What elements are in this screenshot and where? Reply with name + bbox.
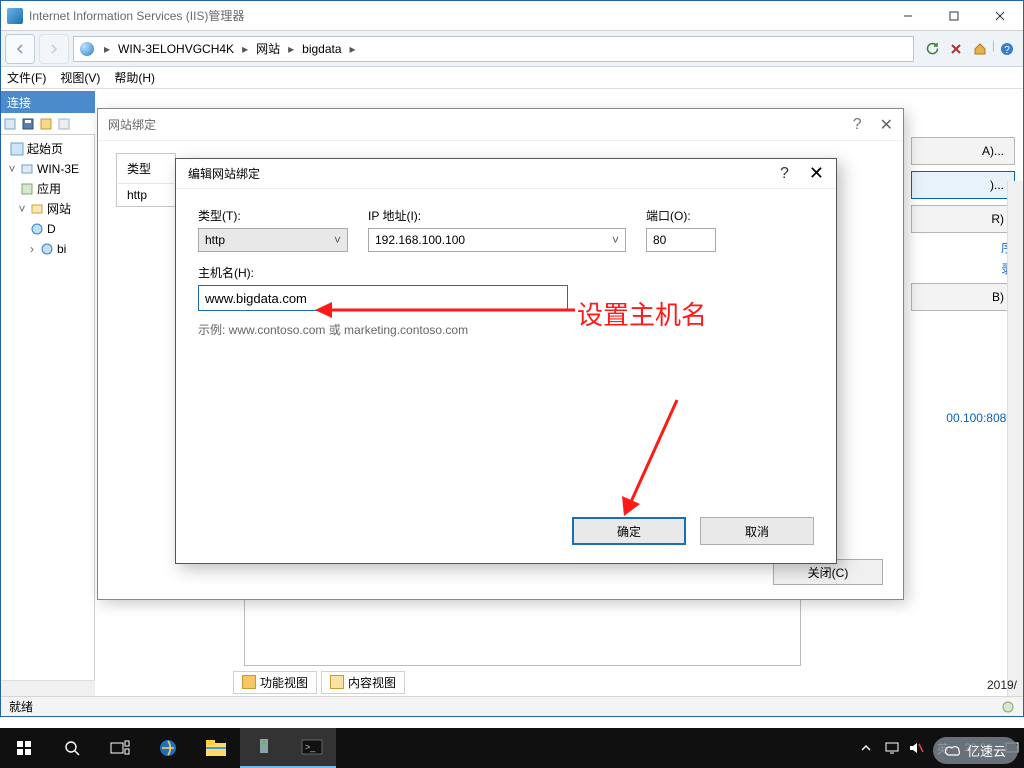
- nav-forward-button[interactable]: [39, 34, 69, 64]
- chevron-right-icon: ▸: [242, 42, 248, 56]
- binding-row[interactable]: http: [116, 183, 176, 207]
- menu-file[interactable]: 文件(F): [7, 69, 46, 86]
- tree-app-pools[interactable]: 应用: [3, 179, 92, 199]
- breadcrumb[interactable]: ▸ WIN-3ELOHVGCH4K ▸ 网站 ▸ bigdata ▸: [73, 36, 914, 62]
- hostname-input[interactable]: [198, 285, 568, 311]
- statusbar: 就绪: [1, 696, 1023, 716]
- home-icon[interactable]: [969, 38, 991, 60]
- menubar: 文件(F) 视图(V) 帮助(H): [1, 67, 1023, 89]
- action-addr[interactable]: 00.100:8080: [913, 411, 1013, 425]
- content-icon: [330, 675, 344, 689]
- breadcrumb-server[interactable]: WIN-3ELOHVGCH4K: [118, 42, 234, 56]
- taskbar-cmd[interactable]: >_: [288, 728, 336, 768]
- cancel-button[interactable]: 取消: [700, 517, 814, 545]
- chevron-right-icon: ▸: [104, 42, 110, 56]
- edit-binding-dialog: 编辑网站绑定 ? ✕ 类型(T): http˅ IP 地址(I): 192.16…: [175, 158, 837, 564]
- breadcrumb-sites[interactable]: 网站: [256, 40, 280, 57]
- type-select[interactable]: http˅: [198, 228, 348, 252]
- actions-pane: A)... )... R) 序 录 B) 00.100:8080: [903, 91, 1023, 429]
- refresh-icon[interactable]: [921, 38, 943, 60]
- annotation-text: 设置主机名: [577, 295, 707, 332]
- connections-header: 连接: [1, 91, 95, 113]
- close-icon[interactable]: ✕: [809, 163, 824, 184]
- globe-icon: [80, 42, 94, 56]
- tray-volume-icon[interactable]: [904, 728, 928, 768]
- config-icon[interactable]: [1001, 700, 1015, 714]
- help-icon[interactable]: ?: [780, 165, 789, 183]
- taskbar: >_ 英 22:34: [0, 728, 1024, 768]
- features-icon: [242, 675, 256, 689]
- tree-start-page[interactable]: 起始页: [3, 139, 92, 159]
- date-text: 2019/: [987, 678, 1017, 692]
- close-button[interactable]: [977, 1, 1023, 31]
- type-label: 类型(T):: [198, 207, 348, 224]
- tree-site-d[interactable]: D: [3, 219, 92, 239]
- tab-content[interactable]: 内容视图: [321, 671, 405, 694]
- cloud-icon: [945, 744, 963, 758]
- view-tabs: 功能视图 内容视图: [233, 670, 409, 694]
- connections-tree[interactable]: 起始页 ˅WIN-3E 应用 ˅网站 D ›bi: [1, 135, 95, 696]
- menu-help[interactable]: 帮助(H): [114, 69, 155, 86]
- svg-text:?: ?: [1004, 45, 1010, 56]
- port-label: 端口(O):: [646, 207, 716, 224]
- taskbar-ie[interactable]: [144, 728, 192, 768]
- chevron-down-icon: ˅: [612, 233, 619, 247]
- status-text: 就绪: [9, 698, 33, 715]
- titlebar: Internet Information Services (IIS)管理器: [1, 1, 1023, 31]
- svg-text:>_: >_: [305, 742, 316, 752]
- tree-sites[interactable]: ˅网站: [3, 199, 92, 219]
- bindings-dialog-title: 网站绑定: [108, 116, 156, 133]
- port-input[interactable]: [646, 228, 716, 252]
- watermark: 亿速云: [933, 737, 1018, 764]
- close-icon[interactable]: ✕: [880, 115, 893, 135]
- action-button-b[interactable]: B): [911, 283, 1015, 311]
- action-link-1[interactable]: 序: [913, 239, 1013, 256]
- ip-label: IP 地址(I):: [368, 207, 626, 224]
- save-icon[interactable]: [21, 117, 35, 131]
- tree-site-bi[interactable]: ›bi: [3, 239, 92, 259]
- connections-toolbar: [1, 113, 95, 135]
- vscrollbar[interactable]: [1007, 181, 1023, 696]
- address-row: ▸ WIN-3ELOHVGCH4K ▸ 网站 ▸ bigdata ▸ | ?: [1, 31, 1023, 67]
- edit-dialog-title: 编辑网站绑定: [188, 165, 780, 182]
- tree-hscroll[interactable]: [1, 680, 95, 696]
- ok-button[interactable]: 确定: [572, 517, 686, 545]
- taskbar-explorer[interactable]: [192, 728, 240, 768]
- start-button[interactable]: [0, 728, 48, 768]
- nav-back-button[interactable]: [5, 34, 35, 64]
- example-text: 示例: www.contoso.com 或 marketing.contoso.…: [198, 321, 814, 338]
- stop-icon[interactable]: [945, 38, 967, 60]
- chevron-right-icon: ▸: [350, 42, 356, 56]
- tree-server[interactable]: ˅WIN-3E: [3, 159, 92, 179]
- tray-network-icon[interactable]: [880, 728, 904, 768]
- action-button-a[interactable]: A)...: [911, 137, 1015, 165]
- col-type: 类型: [116, 153, 176, 183]
- tray-chevron-icon[interactable]: [852, 728, 880, 768]
- up-icon[interactable]: [57, 117, 71, 131]
- taskview-icon[interactable]: [96, 728, 144, 768]
- search-icon[interactable]: [48, 728, 96, 768]
- chevron-down-icon: ˅: [334, 233, 341, 247]
- help-icon[interactable]: ?: [996, 38, 1018, 60]
- host-label: 主机名(H):: [198, 264, 814, 281]
- app-icon: [7, 8, 23, 24]
- tab-features[interactable]: 功能视图: [233, 671, 317, 694]
- refresh-tree-icon[interactable]: [39, 117, 53, 131]
- chevron-right-icon: ▸: [288, 42, 294, 56]
- breadcrumb-site[interactable]: bigdata: [302, 42, 341, 56]
- action-button-bindings[interactable]: )...: [911, 171, 1015, 199]
- help-icon[interactable]: ?: [853, 116, 862, 134]
- window-title: Internet Information Services (IIS)管理器: [29, 7, 885, 24]
- minimize-button[interactable]: [885, 1, 931, 31]
- action-link-2[interactable]: 录: [913, 260, 1013, 277]
- taskbar-iis[interactable]: [240, 728, 288, 768]
- maximize-button[interactable]: [931, 1, 977, 31]
- action-button-r[interactable]: R): [911, 205, 1015, 233]
- connect-icon[interactable]: [3, 117, 17, 131]
- ip-select[interactable]: 192.168.100.100˅: [368, 228, 626, 252]
- menu-view[interactable]: 视图(V): [60, 69, 100, 86]
